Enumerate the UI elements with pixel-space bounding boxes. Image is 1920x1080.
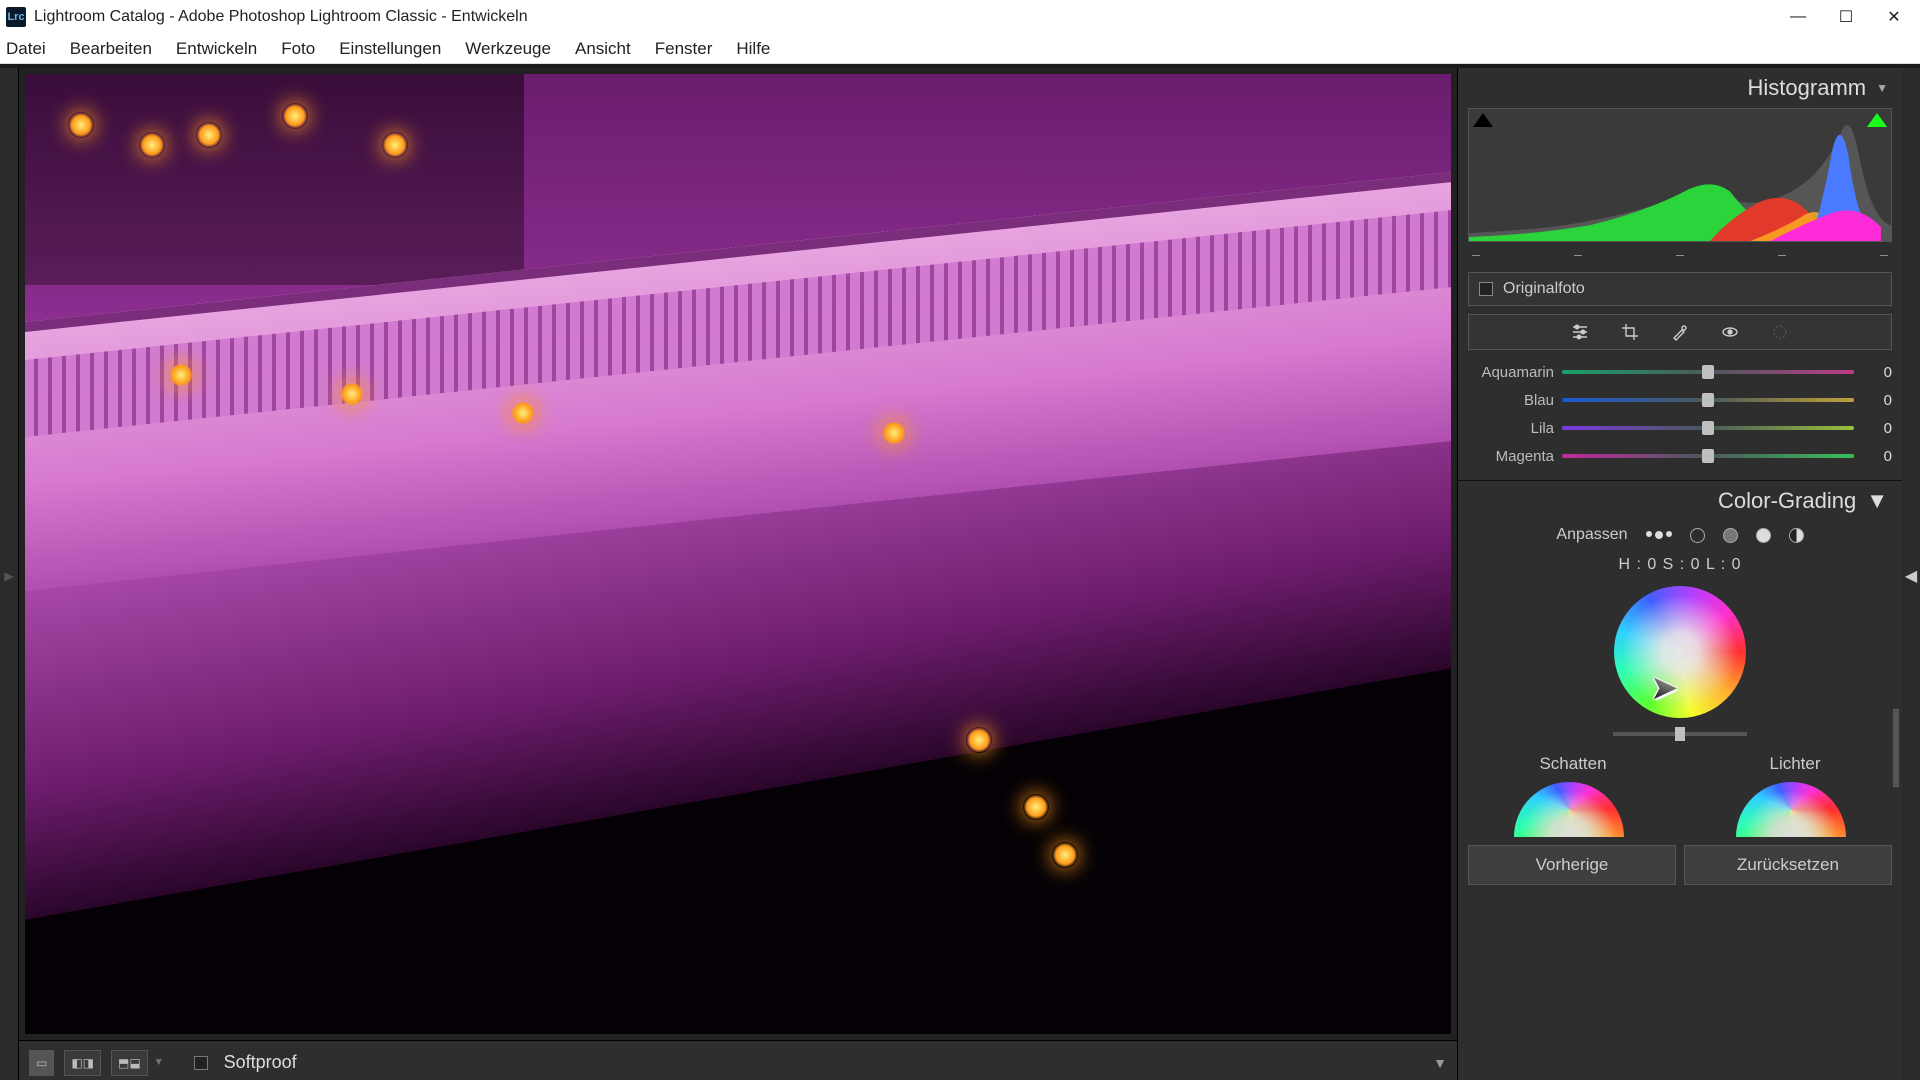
left-panel-toggle[interactable]: ▶ [0, 68, 18, 1080]
window-title: Lightroom Catalog - Adobe Photoshop Ligh… [34, 8, 1788, 26]
menu-entwickeln[interactable]: Entwickeln [176, 39, 257, 59]
title-bar: Lrc Lightroom Catalog - Adobe Photoshop … [0, 0, 1920, 34]
histogram-axis: ––––– [1472, 246, 1888, 262]
close-button[interactable]: ✕ [1884, 7, 1904, 27]
hsl-sliders: Aquamarin 0 Blau 0 Lila 0 Magenta 0 [1468, 358, 1892, 470]
view-loupe-button[interactable]: ▭ [29, 1050, 54, 1076]
slider-value: 0 [1862, 392, 1892, 409]
slider-label: Aquamarin [1468, 364, 1554, 381]
hsl-readout: H : 0 S : 0 L : 0 [1458, 556, 1902, 574]
menu-einstellungen[interactable]: Einstellungen [339, 39, 441, 59]
maximize-button[interactable]: ☐ [1836, 7, 1856, 27]
menu-fenster[interactable]: Fenster [655, 39, 713, 59]
midtones-color-wheel[interactable]: ➤ [1614, 586, 1746, 718]
original-photo-label: Originalfoto [1503, 280, 1585, 298]
highlights-label: Lichter [1769, 754, 1820, 774]
app-icon: Lrc [6, 7, 26, 27]
menu-hilfe[interactable]: Hilfe [736, 39, 770, 59]
slider-row-magenta: Magenta 0 [1468, 442, 1892, 470]
view-before-after-lr-button[interactable]: ◧◨ [64, 1050, 101, 1076]
histogram-label: Histogramm [1748, 75, 1867, 101]
masking-icon[interactable] [1770, 322, 1790, 342]
slider-row-blau: Blau 0 [1468, 386, 1892, 414]
slider-value: 0 [1862, 448, 1892, 465]
slider-label: Lila [1468, 420, 1554, 437]
image-footer: ▭ ◧◨ ⬒⬓ ▼ Softproof ▼ [19, 1040, 1457, 1080]
menu-bar: Datei Bearbeiten Entwickeln Foto Einstel… [0, 34, 1920, 64]
right-panel-toggle[interactable]: ◀ [1902, 68, 1920, 1080]
slider-thumb[interactable] [1702, 393, 1714, 407]
right-panel: Histogramm ▼ ––––– Originalfoto [1458, 68, 1902, 1080]
histogram-display[interactable] [1468, 108, 1892, 242]
view-highlights-icon[interactable] [1756, 528, 1771, 543]
highlights-color-wheel[interactable] [1736, 782, 1846, 837]
histogram-header[interactable]: Histogramm ▼ [1458, 68, 1902, 108]
softproof-checkbox[interactable] [194, 1056, 208, 1070]
menu-werkzeuge[interactable]: Werkzeuge [465, 39, 551, 59]
luminance-slider[interactable] [1613, 732, 1747, 736]
shadows-color-wheel[interactable] [1514, 782, 1624, 837]
menu-bearbeiten[interactable]: Bearbeiten [70, 39, 152, 59]
slider-row-lila: Lila 0 [1468, 414, 1892, 442]
color-grading-adjust-row: Anpassen [1458, 526, 1902, 544]
reset-button[interactable]: Zurücksetzen [1684, 845, 1892, 885]
original-photo-row[interactable]: Originalfoto [1468, 272, 1892, 306]
adjust-label: Anpassen [1556, 526, 1627, 544]
image-preview[interactable] [25, 74, 1451, 1034]
luminance-thumb[interactable] [1675, 727, 1685, 741]
slider-value: 0 [1862, 364, 1892, 381]
original-photo-checkbox[interactable] [1479, 282, 1493, 296]
slider-row-aquamarin: Aquamarin 0 [1468, 358, 1892, 386]
color-grading-collapse-icon[interactable]: ▼ [1866, 488, 1888, 514]
edit-sliders-icon[interactable] [1570, 322, 1590, 342]
slider-track[interactable] [1562, 426, 1854, 430]
crop-icon[interactable] [1620, 322, 1640, 342]
view-3way-icon[interactable] [1646, 531, 1672, 539]
view-global-icon[interactable] [1789, 528, 1804, 543]
slider-label: Blau [1468, 392, 1554, 409]
view-before-after-tb-button[interactable]: ⬒⬓ [111, 1050, 148, 1076]
slider-track[interactable] [1562, 398, 1854, 402]
slider-label: Magenta [1468, 448, 1554, 465]
view-shadows-icon[interactable] [1690, 528, 1705, 543]
develop-tool-strip [1468, 314, 1892, 350]
menu-datei[interactable]: Datei [6, 39, 46, 59]
shadows-label: Schatten [1539, 754, 1606, 774]
slider-thumb[interactable] [1702, 449, 1714, 463]
slider-track[interactable] [1562, 454, 1854, 458]
healing-brush-icon[interactable] [1670, 322, 1690, 342]
redeye-icon[interactable] [1720, 322, 1740, 342]
slider-thumb[interactable] [1702, 421, 1714, 435]
toolbar-options-dropdown[interactable]: ▼ [1433, 1055, 1447, 1071]
cursor-icon: ➤ [1650, 668, 1679, 708]
color-wheel-handle[interactable] [1673, 645, 1687, 659]
panel-scrollbar[interactable] [1892, 708, 1900, 788]
menu-foto[interactable]: Foto [281, 39, 315, 59]
color-grading-label: Color-Grading [1718, 488, 1856, 514]
slider-track[interactable] [1562, 370, 1854, 374]
softproof-label: Softproof [224, 1052, 297, 1073]
menu-ansicht[interactable]: Ansicht [575, 39, 631, 59]
minimize-button[interactable]: — [1788, 7, 1808, 27]
slider-thumb[interactable] [1702, 365, 1714, 379]
previous-button[interactable]: Vorherige [1468, 845, 1676, 885]
view-mode-dropdown[interactable]: ▼ [154, 1057, 164, 1068]
color-grading-header[interactable]: Color-Grading ▼ [1458, 480, 1902, 520]
slider-value: 0 [1862, 420, 1892, 437]
histogram-collapse-icon[interactable]: ▼ [1876, 81, 1888, 95]
view-midtones-icon[interactable] [1723, 528, 1738, 543]
